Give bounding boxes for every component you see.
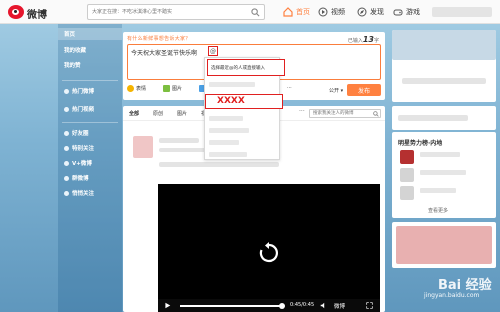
sidebar-item-quiet[interactable]: 悄悄关注 (58, 187, 122, 199)
compose-text: 今天祝大家圣诞节快乐啊 (131, 50, 198, 57)
video-time: 0:45/0:45 (290, 302, 315, 308)
star-name[interactable] (420, 170, 466, 175)
search-box[interactable] (87, 4, 265, 20)
stars-ranking-title: 明星势力榜·内地 (398, 140, 443, 147)
baidu-jingyan-watermark: Bai 经验 jingyan.baidu.com (396, 268, 500, 312)
progress-bar[interactable] (180, 303, 285, 309)
promo-text (398, 115, 468, 121)
mention-suggestion[interactable] (209, 82, 255, 87)
tab-images[interactable]: 图片 (177, 110, 187, 117)
star-avatar[interactable] (400, 186, 414, 200)
friends-icon (64, 130, 69, 136)
profile-banner (392, 30, 496, 60)
search-icon[interactable] (251, 8, 260, 17)
fullscreen-icon[interactable] (366, 302, 373, 309)
nav-video[interactable]: 视频 (318, 5, 345, 19)
play-icon[interactable] (164, 302, 171, 309)
progress-handle[interactable] (278, 303, 285, 309)
video-controls: 0:45/0:45 微博 (158, 299, 380, 312)
char-counter: 已输入13字 (347, 35, 379, 44)
top-bar: 微博 首页 视频 发现 游戏 (0, 0, 500, 24)
post-text (159, 162, 279, 167)
promo-card (392, 106, 496, 130)
star-icon (64, 145, 69, 151)
mention-suggestion[interactable] (209, 116, 243, 121)
tab-all[interactable]: 全部 (129, 110, 139, 117)
flame-icon (64, 88, 69, 94)
discover-icon (357, 7, 367, 17)
nav-discover[interactable]: 发现 (357, 5, 384, 19)
sidebar-item-hot-video[interactable]: 热门视频 (58, 103, 122, 115)
ad-image[interactable] (396, 226, 492, 264)
mention-hint: 选择最近@的人或直接输入 (207, 59, 285, 76)
sidebar-item-hot-weibo[interactable]: 热门微博 (58, 85, 122, 97)
quiet-icon (64, 190, 69, 196)
nav-game[interactable]: 游戏 (393, 5, 420, 19)
watermark-url: jingyan.baidu.com (424, 292, 480, 299)
mention-selected-user[interactable]: XXXX (205, 94, 283, 109)
sidebar-item-favorites[interactable]: 我的收藏 (58, 44, 122, 56)
home-icon (283, 7, 293, 17)
star-avatar[interactable] (400, 168, 414, 182)
sidebar-item-likes[interactable]: 我的赞 (58, 59, 122, 71)
ad-card (392, 222, 496, 268)
user-area[interactable] (432, 7, 492, 17)
game-icon (393, 9, 403, 16)
sidebar-item-groups[interactable]: 群微博 (58, 172, 122, 184)
image-tool[interactable]: 图片 (163, 85, 182, 92)
stars-more-link[interactable]: 查看更多 (428, 207, 448, 214)
sidebar-item-special[interactable]: 特别关注 (58, 142, 122, 154)
sidebar-divider (62, 80, 118, 81)
search-input[interactable] (88, 5, 248, 19)
watermark-text: Bai 经验 (438, 278, 492, 293)
more-tools-button[interactable]: ··· (287, 85, 292, 91)
star-name[interactable] (420, 188, 456, 193)
volume-icon[interactable] (320, 302, 327, 309)
composer-title: 有什么新鲜事想告诉大家？ (127, 36, 191, 42)
nav-game-label: 游戏 (406, 8, 420, 16)
vplus-icon (64, 160, 69, 166)
publish-button[interactable]: 发布 (347, 84, 381, 96)
sidebar-item-friends[interactable]: 好友圈 (58, 127, 122, 139)
avatar[interactable] (133, 136, 153, 158)
image-icon (163, 85, 170, 92)
sidebar-item-home[interactable]: 首页 (58, 28, 122, 40)
video-player[interactable]: 0:45/0:45 微博 (158, 184, 380, 312)
mention-suggestion[interactable] (209, 140, 239, 145)
nav-discover-label: 发现 (370, 8, 384, 16)
profile-card (392, 30, 496, 102)
profile-stats (402, 78, 486, 84)
emoji-icon (127, 85, 134, 92)
logo-text: 微博 (27, 10, 47, 21)
nav-home[interactable]: 首页 (283, 5, 310, 19)
nav-home-label: 首页 (296, 8, 310, 16)
video-icon (318, 7, 328, 17)
left-sidebar: 首页 我的收藏 我的赞 热门微博 热门视频 好友圈 特别关注 V+微博 群微博 … (58, 24, 122, 312)
replay-icon[interactable] (257, 241, 281, 265)
mention-suggestion[interactable] (209, 152, 247, 157)
star-name[interactable] (420, 152, 460, 157)
post-author[interactable] (159, 138, 199, 143)
feed-more-button[interactable]: ··· (299, 108, 305, 115)
mention-at-button[interactable]: @ (208, 46, 218, 56)
sidebar-divider (62, 122, 118, 123)
emoji-tool[interactable]: 表情 (127, 85, 146, 92)
weibo-logo[interactable]: 微博 (6, 4, 66, 21)
group-icon (64, 175, 69, 181)
sidebar-item-vplus[interactable]: V+微博 (58, 157, 122, 169)
star-avatar[interactable] (400, 150, 414, 164)
mention-dropdown: 选择最近@的人或直接输入 XXXX (204, 57, 285, 160)
visibility-select[interactable]: 公开 ▾ (329, 87, 343, 94)
search-icon[interactable] (373, 111, 379, 117)
mention-suggestion[interactable] (209, 128, 249, 133)
play-icon (64, 106, 69, 112)
progress-fill (180, 305, 282, 307)
feed-search-input[interactable] (309, 109, 381, 118)
nav-video-label: 视频 (331, 8, 345, 16)
tab-original[interactable]: 原创 (153, 110, 163, 117)
video-brand: 微博 (334, 304, 346, 310)
